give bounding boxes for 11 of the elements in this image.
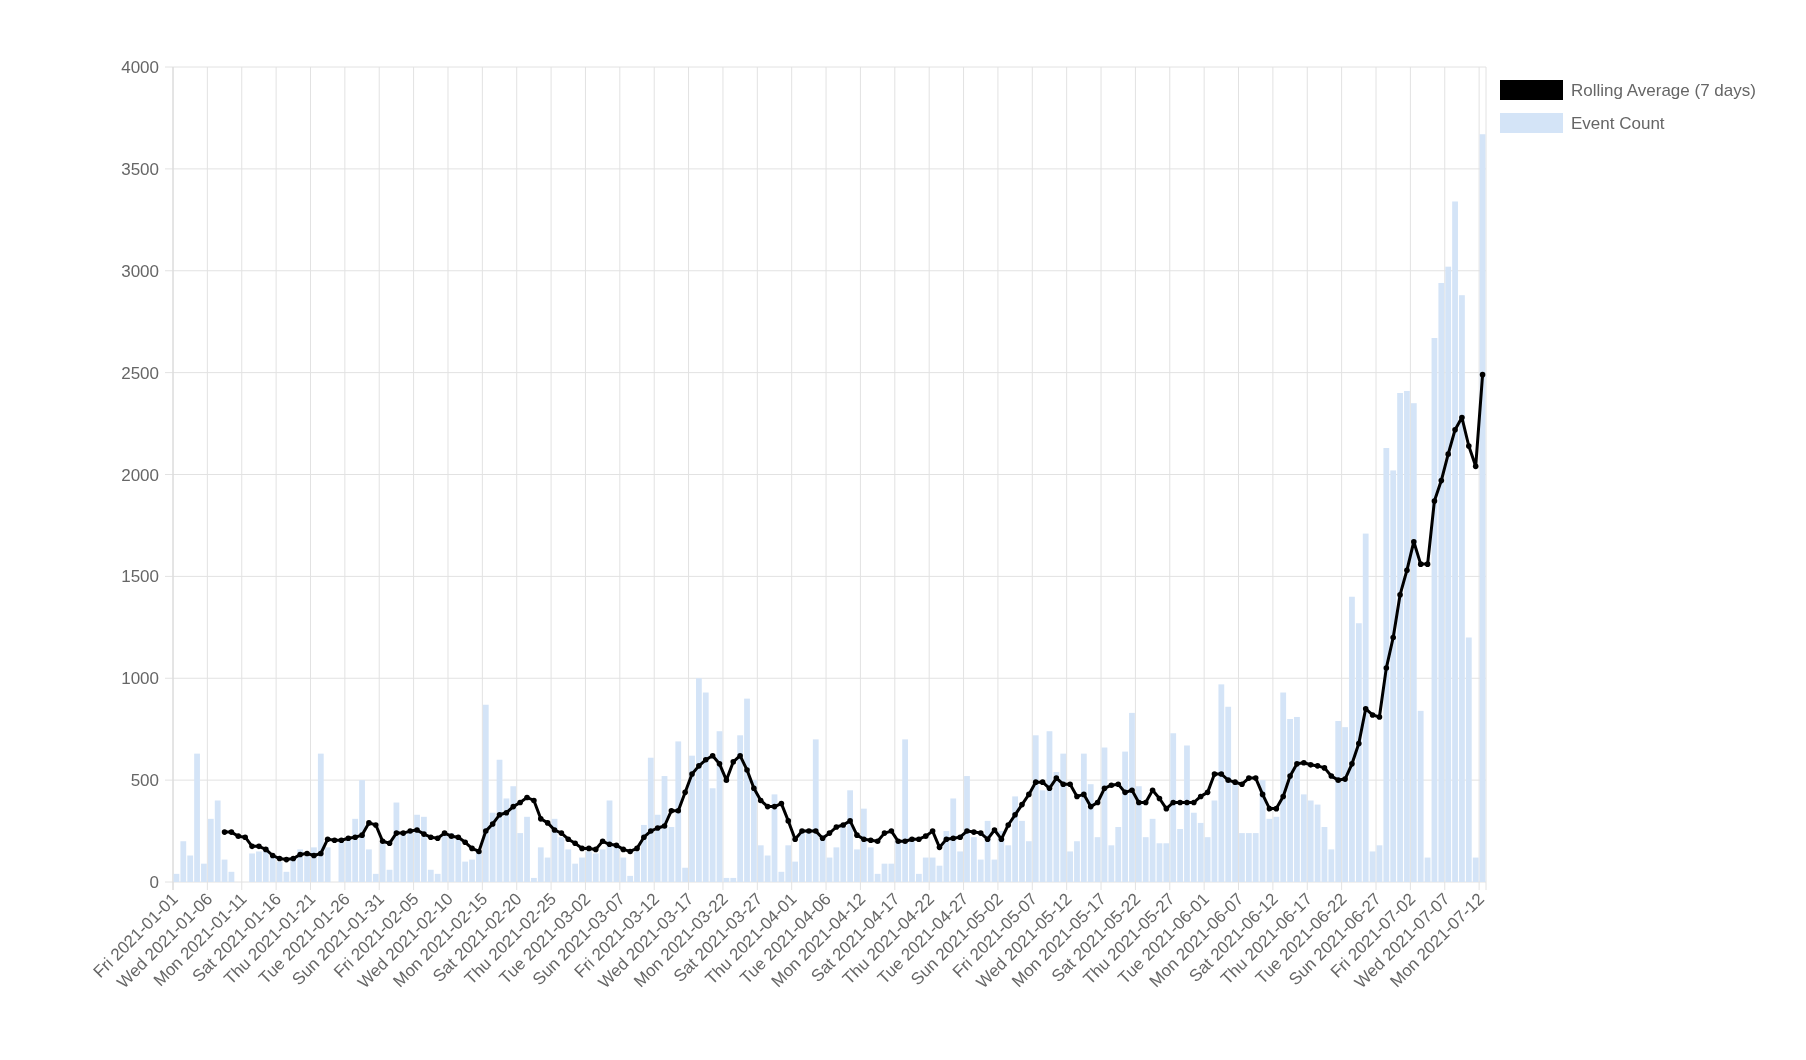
legend-label[interactable]: Rolling Average (7 days) bbox=[1571, 81, 1756, 100]
y-axis-label: 2000 bbox=[121, 465, 159, 485]
y-axis-label: 3500 bbox=[121, 159, 159, 179]
y-axis-label: 0 bbox=[149, 873, 159, 892]
y-axis-label: 4000 bbox=[121, 58, 159, 77]
y-axis-label: 500 bbox=[130, 771, 159, 791]
legend-label[interactable]: Event Count bbox=[1571, 114, 1665, 133]
y-axis-label: 1000 bbox=[121, 669, 159, 689]
y-axis-label: 2500 bbox=[121, 363, 159, 383]
y-axis-label: 3000 bbox=[121, 261, 159, 281]
y-axis-label: 1500 bbox=[121, 567, 159, 587]
